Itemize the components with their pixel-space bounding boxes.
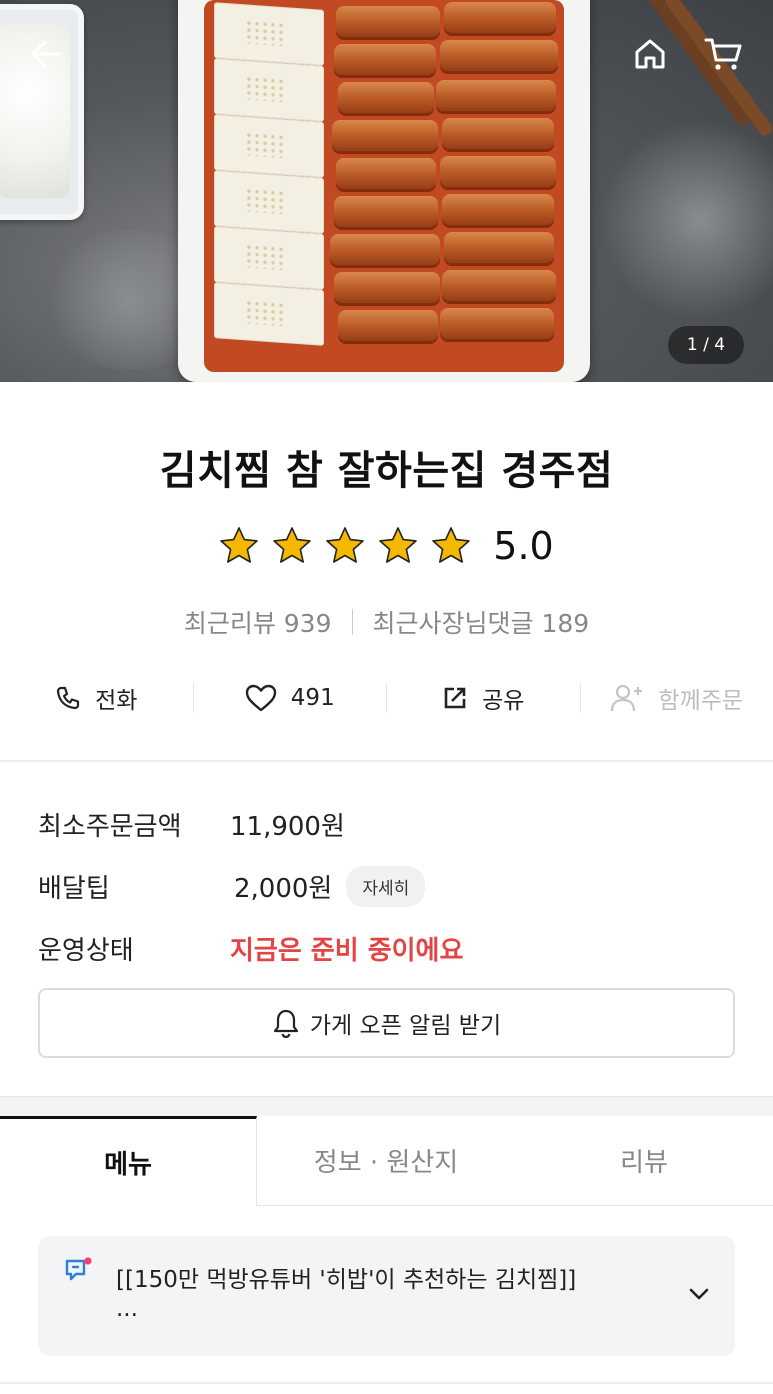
tab-reviews[interactable]: 리뷰 xyxy=(515,1116,773,1205)
image-page-indicator: 1 / 4 xyxy=(668,326,744,364)
chevron-down-icon[interactable] xyxy=(685,1280,713,1308)
cart-button[interactable] xyxy=(700,30,748,78)
stone-texture xyxy=(600,120,773,320)
tab-info-origin-label: 정보 · 원산지 xyxy=(313,1148,459,1178)
tab-menu[interactable]: 메뉴 xyxy=(0,1116,257,1207)
notice-text-line2: ... xyxy=(116,1296,138,1322)
group-order-label: 함께주문 xyxy=(658,688,744,714)
status-label: 운영상태 xyxy=(38,936,134,966)
owner-replies-link[interactable]: 최근사장님댓글 189 xyxy=(373,604,590,640)
star-icon xyxy=(326,527,365,563)
back-button[interactable] xyxy=(22,30,70,78)
status-row: 운영상태 지금은 준비 중이에요 xyxy=(38,930,463,967)
share-label: 공유 xyxy=(482,688,525,714)
store-name: 김치찜 참 잘하는집 경주점 xyxy=(159,448,614,494)
section-divider xyxy=(0,1096,773,1116)
tab-menu-label: 메뉴 xyxy=(104,1149,152,1180)
star-icon xyxy=(379,527,418,563)
back-arrow-icon xyxy=(31,40,61,68)
open-notification-button[interactable]: 가게 오픈 알림 받기 xyxy=(38,988,735,1058)
like-count: 491 xyxy=(290,685,335,711)
add-person-icon xyxy=(611,684,643,712)
store-status: 지금은 준비 중이에요 xyxy=(230,936,464,966)
divider xyxy=(351,609,353,635)
group-order-button[interactable]: 함께주문 xyxy=(581,681,773,715)
home-button[interactable] xyxy=(626,30,674,78)
rating-value: 5.0 xyxy=(493,524,554,568)
open-notification-label: 가게 오픈 알림 받기 xyxy=(309,1013,502,1039)
recent-reviews-link[interactable]: 최근리뷰 939 xyxy=(184,604,332,640)
min-order-value: 11,900원 xyxy=(230,812,345,842)
delivery-tip-row: 배달팁 2,000원 자세히 xyxy=(38,866,426,907)
kimchi-jjim-tray-image xyxy=(178,0,590,382)
like-button[interactable]: 491 xyxy=(194,684,387,712)
store-notice[interactable]: [[150만 먹방유튜버 '히밥'이 추천하는 김치찜]] ... xyxy=(38,1236,735,1356)
bell-icon xyxy=(273,1009,298,1038)
call-label: 전화 xyxy=(95,688,138,714)
rating-row: 5.0 xyxy=(0,524,773,568)
notice-text-line1: [[150만 먹방유튜버 '히밥'이 추천하는 김치찜]] xyxy=(116,1267,577,1293)
notice-message-icon xyxy=(64,1256,94,1286)
delivery-tip-label: 배달팁 xyxy=(38,874,110,904)
section-divider xyxy=(0,1382,773,1384)
notice-text: [[150만 먹방유튜버 '히밥'이 추천하는 김치찜]] ... xyxy=(116,1260,676,1322)
action-bar: 전화 491 공유 함께주문 xyxy=(0,676,773,720)
star-icon xyxy=(432,527,471,563)
section-divider xyxy=(0,760,773,762)
store-tabs: 메뉴 정보 · 원산지 리뷰 xyxy=(0,1116,773,1207)
delivery-tip-detail-button[interactable]: 자세히 xyxy=(346,866,426,907)
call-button[interactable]: 전화 xyxy=(0,681,193,715)
share-button[interactable]: 공유 xyxy=(387,681,580,715)
tab-info-origin[interactable]: 정보 · 원산지 xyxy=(257,1116,515,1205)
delivery-tip-value: 2,000원 xyxy=(234,874,333,904)
cart-icon xyxy=(704,38,742,70)
share-icon xyxy=(444,687,466,709)
tab-reviews-label: 리뷰 xyxy=(620,1148,668,1178)
home-icon xyxy=(635,39,665,69)
star-icon xyxy=(220,527,259,563)
phone-icon xyxy=(56,686,80,710)
min-order-row: 최소주문금액 11,900원 xyxy=(38,806,345,843)
star-icon xyxy=(273,527,312,563)
review-counts: 최근리뷰 939 최근사장님댓글 189 xyxy=(0,604,773,640)
min-order-label: 최소주문금액 xyxy=(38,812,182,842)
heart-icon xyxy=(245,684,276,712)
rating-stars xyxy=(219,526,471,566)
store-hero-image[interactable]: 1 / 4 xyxy=(0,0,773,382)
